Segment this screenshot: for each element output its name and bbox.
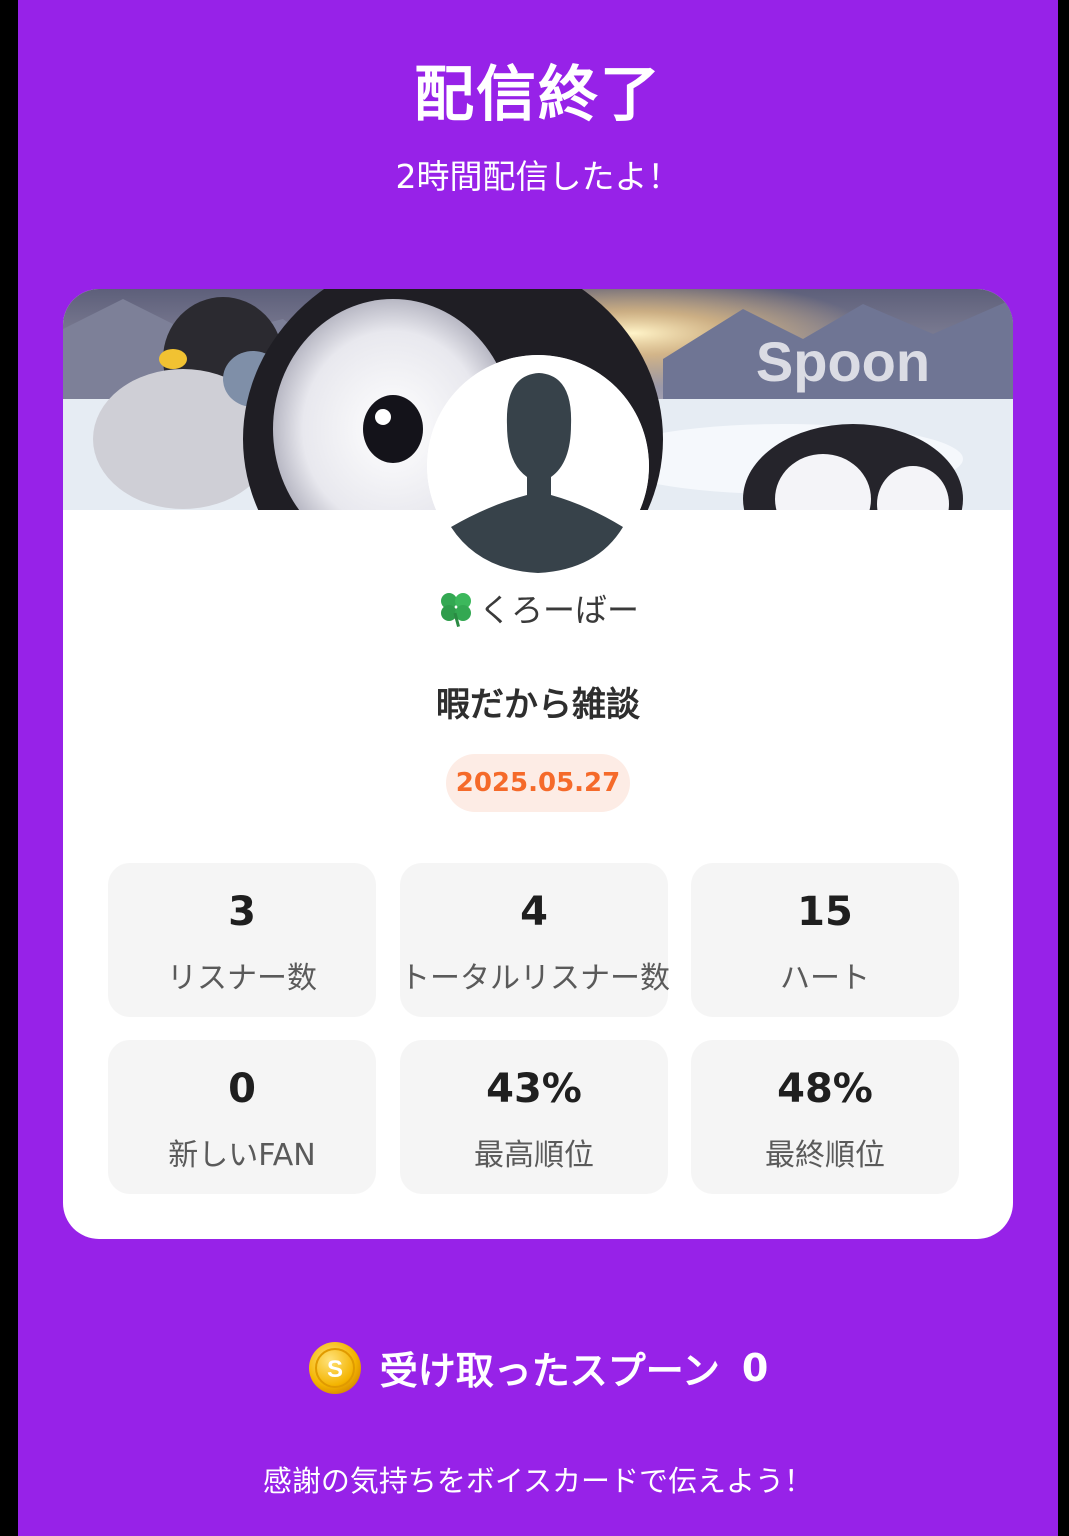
username: くろーばー bbox=[478, 591, 639, 629]
received-spoons: S 受け取ったスプーン 0 bbox=[18, 1340, 1058, 1400]
stream-summary-card: Spoon くろーばー 暇だから雑談 2025.05.27 3 リスナー数 4 … bbox=[63, 289, 1013, 1239]
stat-label: ハート bbox=[780, 961, 870, 996]
stat-value: 43% bbox=[486, 1066, 582, 1112]
stat-final-rank: 48% 最終順位 bbox=[691, 1040, 959, 1194]
received-spoons-count: 0 bbox=[741, 1345, 769, 1390]
stat-value: 48% bbox=[777, 1066, 873, 1112]
stat-label: リスナー数 bbox=[167, 961, 317, 996]
default-user-icon bbox=[427, 355, 649, 577]
stat-new-fans: 0 新しいFAN bbox=[108, 1040, 376, 1194]
stat-listeners: 3 リスナー数 bbox=[108, 863, 376, 1017]
date-badge: 2025.05.27 bbox=[446, 754, 630, 812]
stat-label: 新しいFAN bbox=[168, 1138, 316, 1173]
stream-title: 暇だから雑談 bbox=[436, 685, 640, 725]
stat-highest-rank: 43% 最高順位 bbox=[400, 1040, 668, 1194]
stat-label: トータルリスナー数 bbox=[400, 961, 670, 996]
stat-total-listeners: 4 トータルリスナー数 bbox=[400, 863, 670, 1017]
spoon-watermark: Spoon bbox=[756, 330, 930, 393]
username-row: くろーばー bbox=[63, 585, 1013, 631]
page-title: 配信終了 bbox=[414, 60, 662, 130]
stat-label: 最終順位 bbox=[765, 1138, 885, 1173]
stat-value: 0 bbox=[228, 1066, 256, 1112]
stat-value: 4 bbox=[520, 889, 548, 935]
voice-card-message[interactable]: 感謝の気持ちをボイスカードで伝えよう！ bbox=[18, 1458, 1058, 1500]
received-spoons-label: 受け取ったスプーン bbox=[379, 1349, 720, 1393]
stat-hearts: 15 ハート bbox=[691, 863, 959, 1017]
clover-icon bbox=[440, 593, 471, 627]
stat-value: 15 bbox=[797, 889, 853, 935]
stat-label: 最高順位 bbox=[474, 1138, 594, 1173]
spoon-coin-icon: S bbox=[308, 1341, 361, 1394]
stream-duration-text: 2時間配信したよ！ bbox=[395, 157, 681, 196]
stream-end-screen: 配信終了 2時間配信したよ！ Spoon くろーばー 暇だから雑談 2025.0… bbox=[18, 0, 1058, 1536]
avatar[interactable] bbox=[427, 355, 649, 577]
svg-text:S: S bbox=[327, 1356, 343, 1383]
stat-value: 3 bbox=[228, 889, 256, 935]
